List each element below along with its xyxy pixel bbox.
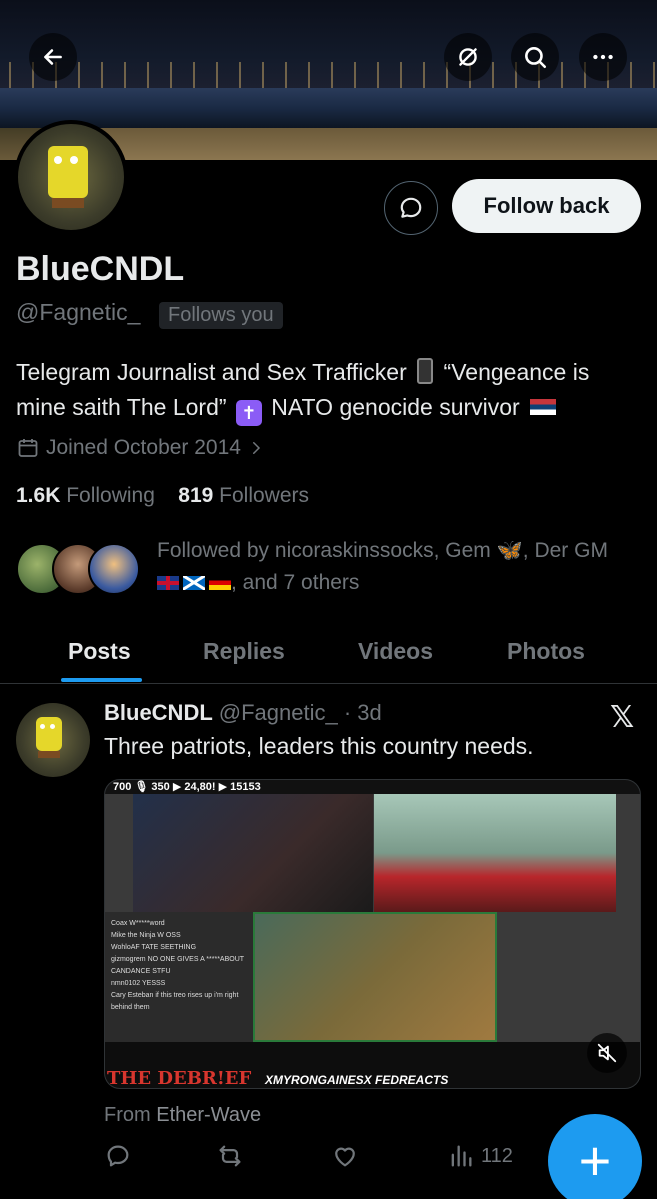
spongebob-figure <box>48 146 88 208</box>
butterfly-icon: 🦋 <box>496 539 523 562</box>
search-icon <box>525 47 547 69</box>
tweet-author-handle[interactable]: @Fagnetic_ <box>219 700 338 725</box>
tab-posts[interactable]: Posts <box>68 620 131 683</box>
profile-handle: @Fagnetic_ <box>16 299 141 325</box>
video-panel-host <box>133 794 373 912</box>
message-button[interactable] <box>384 181 438 235</box>
follow-stats: 1.6K Following 819 Followers <box>16 484 309 508</box>
mute-button[interactable] <box>587 1033 627 1073</box>
grok-icon <box>459 48 477 66</box>
mobile-phone-icon <box>417 358 434 384</box>
bio-text-1: Telegram Journalist and Sex Trafficker <box>16 359 407 385</box>
follower-avatar <box>88 543 140 595</box>
profile-avatar[interactable] <box>14 120 128 234</box>
banner-promenade <box>100 128 657 160</box>
tab-videos[interactable]: Videos <box>358 620 433 683</box>
profile-tabs: Posts Replies Videos Photos <box>0 620 657 684</box>
x-logo-icon[interactable]: 𝕏 <box>610 700 634 735</box>
uk-flag-icon <box>157 576 179 590</box>
reply-button[interactable] <box>104 1142 132 1170</box>
follow-back-button[interactable]: Follow back <box>452 179 641 233</box>
latin-cross-icon: ✝ <box>235 400 262 426</box>
video-panel-reactor <box>253 912 497 1042</box>
followers-link[interactable]: 819 Followers <box>178 484 309 507</box>
banner-water <box>0 88 657 128</box>
joined-date[interactable]: Joined October 2014 <box>16 436 265 460</box>
stream-chat: Coax W*****word Mike the Ninja W OSS Woh… <box>105 912 253 1042</box>
repost-button[interactable] <box>216 1142 244 1170</box>
tweet-source: From Ether-Wave <box>104 1104 262 1126</box>
muted-speaker-icon <box>597 1043 617 1063</box>
views-button[interactable]: 112 <box>447 1142 513 1170</box>
message-bubble-icon <box>400 197 422 218</box>
social-handles-overlay: XMYRONGAINESX FEDREACTS <box>265 1073 449 1087</box>
tweet-text: Three patriots, leaders this country nee… <box>104 733 534 759</box>
tweet-avatar[interactable] <box>16 703 90 777</box>
bio-text-3: NATO genocide survivor <box>271 394 520 420</box>
views-count: 112 <box>481 1144 513 1167</box>
profile-name: BlueCNDL <box>16 250 185 288</box>
tab-replies[interactable]: Replies <box>203 620 285 683</box>
video-panel-guest <box>374 794 616 912</box>
arrow-left-icon <box>44 49 62 65</box>
search-button[interactable] <box>511 33 559 81</box>
source-app-name[interactable]: Ether-Wave <box>156 1104 261 1126</box>
profile-bio: Telegram Journalist and Sex Trafficker “… <box>16 355 641 426</box>
tweet-time[interactable]: · 3d <box>344 700 382 725</box>
spongebob-figure <box>36 717 62 758</box>
chevron-right-icon <box>252 442 261 454</box>
followed-by-text[interactable]: Followed by nicoraskinssocks, Gem 🦋, Der… <box>157 535 647 599</box>
more-horizontal-icon <box>593 54 613 60</box>
grok-button[interactable] <box>444 33 492 81</box>
following-link[interactable]: 1.6K Following <box>16 484 155 507</box>
follows-you-badge: Follows you <box>159 302 283 329</box>
followed-by-avatars[interactable] <box>16 543 144 599</box>
debrief-logo: THE DEBR!EF <box>107 1068 252 1089</box>
calendar-icon <box>18 439 38 457</box>
tweet-actions: 112 <box>104 1142 534 1176</box>
tweet-header: BlueCNDL @Fagnetic_ · 3d <box>104 700 382 726</box>
tweet-video[interactable]: 700 🎙 350 ▶ 24,80! ▶ 15153 Coax W*****wo… <box>104 779 641 1089</box>
back-button[interactable] <box>29 33 77 81</box>
heart-icon <box>335 1147 355 1167</box>
more-button[interactable] <box>579 33 627 81</box>
analytics-bars-icon <box>451 1145 472 1167</box>
active-tab-indicator <box>61 678 142 682</box>
repost-icon <box>219 1145 241 1167</box>
joined-label: Joined October 2014 <box>46 436 241 459</box>
stream-stats-bar: 700 🎙 350 ▶ 24,80! ▶ 15153 <box>105 780 640 794</box>
like-button[interactable] <box>331 1142 359 1170</box>
reply-icon <box>107 1145 129 1167</box>
scotland-flag-icon <box>183 576 205 590</box>
tab-photos[interactable]: Photos <box>507 620 585 683</box>
tweet-author-name[interactable]: BlueCNDL <box>104 700 213 725</box>
compose-button[interactable]: + <box>548 1114 642 1199</box>
germany-flag-icon <box>209 576 231 590</box>
serbia-flag-icon <box>530 399 557 415</box>
